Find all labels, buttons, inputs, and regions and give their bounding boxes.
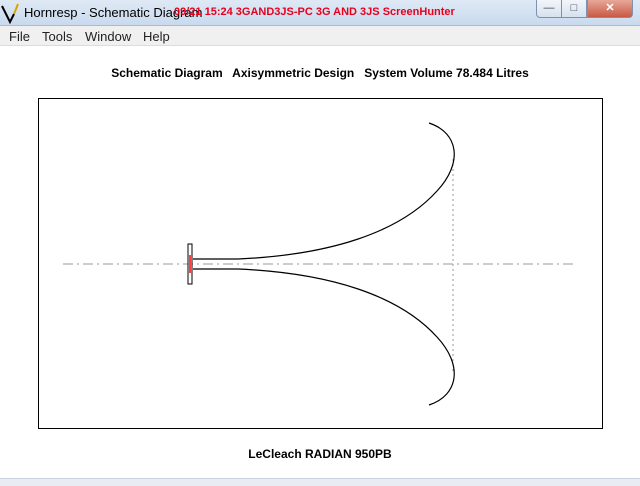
schematic-diagram-panel [38,98,603,429]
maximize-button[interactable]: □ [561,0,587,18]
screen-capture-overlay: 09/21 15:24 3GAND3JS-PC 3G AND 3JS Scree… [174,6,455,18]
minimize-button[interactable]: — [536,0,562,18]
horn-upper-profile [193,122,455,260]
horn-lower-profile [193,268,455,406]
menu-help[interactable]: Help [143,29,170,44]
menu-file[interactable]: File [9,29,30,44]
design-name: LeCleach RADIAN 950PB [248,447,392,461]
hornresp-app-icon[interactable] [0,2,20,24]
title-bar: Hornresp - Schematic Diagram 09/21 15:24… [0,0,640,26]
menu-window[interactable]: Window [85,29,131,44]
maximize-icon: □ [570,2,578,14]
diagram-heading: Schematic Diagram Axisymmetric Design Sy… [111,66,529,80]
close-icon: ✕ [605,2,615,14]
menu-bar: File Tools Window Help [0,26,640,46]
horn-schematic [63,122,577,406]
close-button[interactable]: ✕ [587,0,633,18]
menu-tools[interactable]: Tools [42,29,72,44]
minimize-icon: — [543,2,555,14]
